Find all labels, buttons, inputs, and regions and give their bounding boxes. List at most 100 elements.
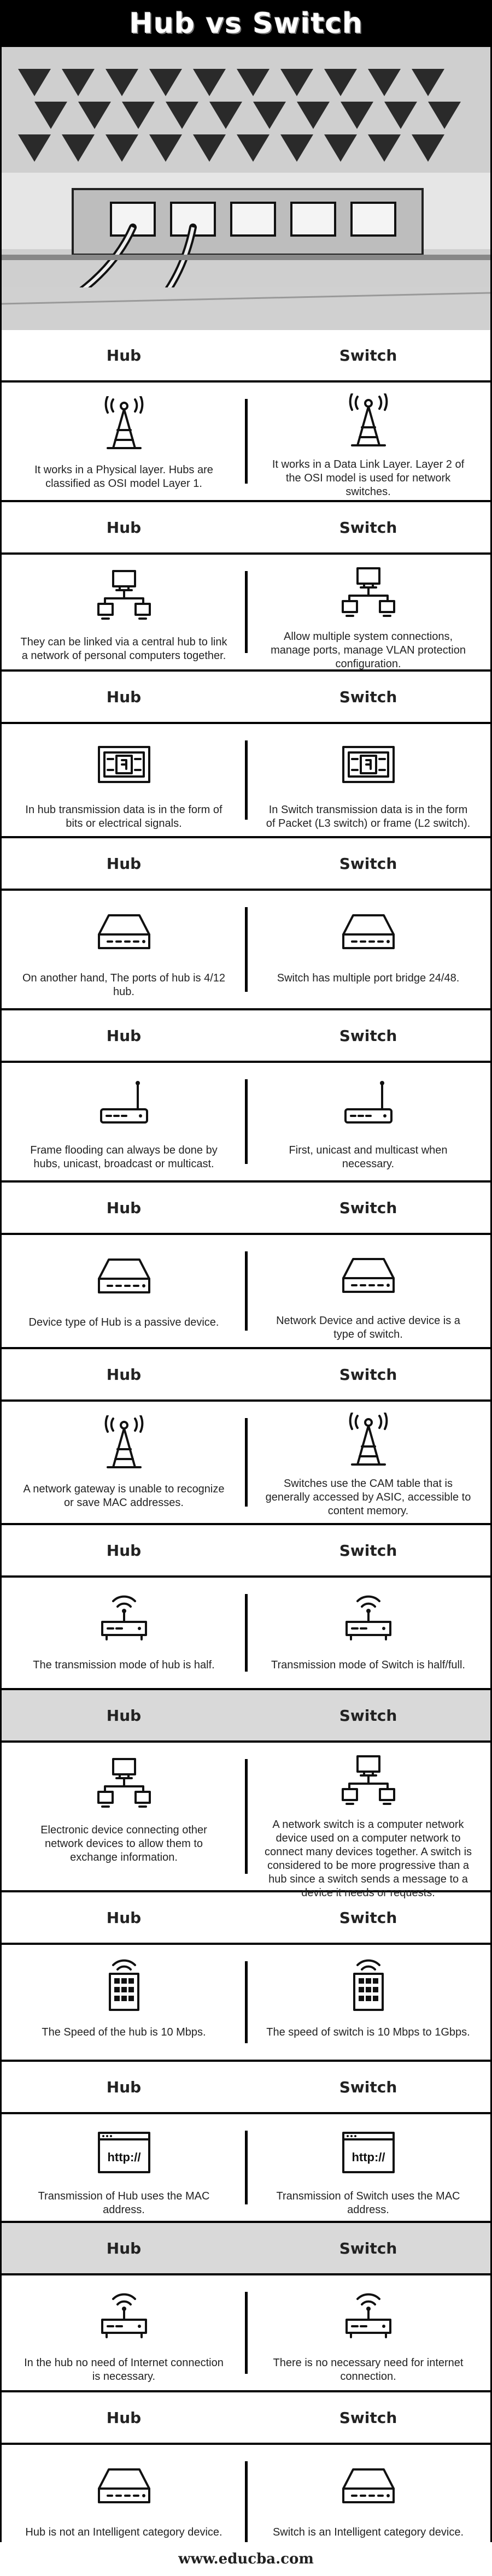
switch-cell: Allow multiple system connections, manag… <box>246 555 490 670</box>
comparison-row: In hub transmission data is in the form … <box>2 722 490 838</box>
switch-header: Switch <box>339 2239 397 2257</box>
hub-description: The Speed of the hub is 10 Mbps. <box>42 2026 206 2038</box>
network-device-icon <box>338 1246 399 1304</box>
wifi-router-icon <box>94 2286 154 2346</box>
header-row: Hub Switch <box>2 1183 490 1233</box>
hub-cell: They can be linked via a central hub to … <box>2 555 246 669</box>
wifi-router-icon <box>338 2286 399 2346</box>
hub-cell: In hub transmission data is in the form … <box>2 724 246 836</box>
column-divider <box>245 1759 248 1874</box>
header-row: Hub Switch <box>2 2223 490 2273</box>
antenna-tower-icon <box>94 393 154 454</box>
router-icon <box>338 1074 399 1134</box>
switch-cell: Network Device and active device is a ty… <box>246 1235 490 1347</box>
switch-description: It works in a Data Link Layer. Layer 2 o… <box>272 458 465 498</box>
wifi-router-icon <box>94 1589 154 1649</box>
switch-header: Switch <box>339 687 397 706</box>
antenna-tower-icon <box>338 1413 399 1467</box>
switch-description: Switch has multiple port bridge 24/48. <box>277 972 460 984</box>
hub-description: Device type of Hub is a passive device. <box>28 1316 219 1328</box>
switch-description: The speed of switch is 10 Mbps to 1Gbps. <box>266 2026 470 2038</box>
hub-header: Hub <box>106 346 142 364</box>
data-packet-icon <box>338 735 399 793</box>
hub-description: Hub is not an Intelligent category devic… <box>25 2526 222 2538</box>
comparison-row: http:// Transmission of Hub uses the MAC … <box>2 2112 490 2223</box>
switch-description: Network Device and active device is a ty… <box>276 1315 460 1340</box>
switch-cell: There is no necessary need for internet … <box>246 2275 490 2390</box>
header-row: Hub Switch <box>2 2392 490 2443</box>
comparison-row: The transmission mode of hub is half. Tra… <box>2 1575 490 1690</box>
column-divider <box>245 2292 248 2374</box>
column-divider <box>245 1961 248 2043</box>
wifi-router-icon <box>338 1589 399 1649</box>
hub-cell: In the hub no need of Internet connectio… <box>2 2275 246 2390</box>
switch-cell: It works in a Data Link Layer. Layer 2 o… <box>246 383 490 500</box>
switch-description: Allow multiple system connections, manag… <box>271 631 466 670</box>
router-icon <box>94 1074 154 1134</box>
data-packet-icon <box>94 735 154 793</box>
switch-header: Switch <box>339 1706 397 1725</box>
network-computer-icon <box>94 1754 154 1814</box>
header-row: Hub Switch <box>2 502 490 552</box>
svg-text:http://: http:// <box>352 2150 385 2164</box>
switch-description: In Switch transmission data is in the fo… <box>266 804 471 830</box>
switch-header: Switch <box>339 2078 397 2096</box>
switch-description: Switches use the CAM table that is gener… <box>265 1478 471 1517</box>
column-divider <box>245 571 248 653</box>
hub-description: On another hand, The ports of hub is 4/1… <box>22 972 225 998</box>
network-device-icon <box>94 2456 154 2516</box>
column-divider <box>245 2131 248 2204</box>
switch-description: Transmission of Switch uses the MAC addr… <box>276 2190 460 2216</box>
hub-description: Frame flooding can always be done by hub… <box>30 1144 218 1170</box>
hub-description: In the hub no need of Internet connectio… <box>24 2357 224 2383</box>
hub-cell: On another hand, The ports of hub is 4/1… <box>2 891 246 1008</box>
antenna-tower-icon <box>94 1413 154 1473</box>
switch-cell: Transmission mode of Switch is half/full… <box>246 1578 490 1688</box>
hub-description: Electronic device connecting other netwo… <box>40 1824 207 1863</box>
switch-cell: In Switch transmission data is in the fo… <box>246 724 490 836</box>
hub-cell: A network gateway is unable to recognize… <box>2 1402 246 1523</box>
header-row: Hub Switch <box>2 1690 490 1740</box>
comparison-row: The Speed of the hub is 10 Mbps. The spee… <box>2 1943 490 2062</box>
network-computer-icon <box>338 566 399 620</box>
header-row: Hub Switch <box>2 1525 490 1575</box>
hub-cell: Device type of Hub is a passive device. <box>2 1235 246 1347</box>
antenna-tower-icon <box>338 393 399 448</box>
header-row: Hub Switch <box>2 1349 490 1399</box>
switch-header: Switch <box>339 346 397 364</box>
comparison-row: It works in a Physical layer. Hubs are c… <box>2 380 490 502</box>
hub-description: Transmission of Hub uses the MAC address… <box>38 2190 210 2216</box>
switch-header: Switch <box>339 1541 397 1560</box>
comparison-row: Device type of Hub is a passive device. N… <box>2 1233 490 1349</box>
switch-cell: Switch has multiple port bridge 24/48. <box>246 891 490 1008</box>
switch-description: There is no necessary need for internet … <box>273 2357 464 2383</box>
hub-cell: Frame flooding can always be done by hub… <box>2 1063 246 1180</box>
switch-cell: The speed of switch is 10 Mbps to 1Gbps. <box>246 1945 490 2060</box>
header-row: Hub Switch <box>2 2062 490 2112</box>
column-divider <box>245 1594 248 1672</box>
switch-cell: http:// Transmission of Switch uses the M… <box>246 2114 490 2221</box>
switch-cell: A network switch is a computer network d… <box>246 1743 490 1899</box>
switch-header: Switch <box>339 854 397 873</box>
network-device-icon <box>338 902 399 962</box>
page-title: Hub vs Switch <box>129 7 363 40</box>
column-divider <box>245 2461 248 2551</box>
network-device-icon <box>94 1246 154 1306</box>
network-computer-icon <box>338 1754 399 1808</box>
comparison-rows: Hub Switch It works in a Physical layer. H… <box>0 330 492 2570</box>
network-device-icon <box>94 902 154 962</box>
comparison-row: In the hub no need of Internet connectio… <box>2 2273 490 2392</box>
hub-header: Hub <box>106 518 142 537</box>
hub-cell: Electronic device connecting other netwo… <box>2 1743 246 1890</box>
switch-header: Switch <box>339 518 397 537</box>
http-window-icon: http:// <box>94 2125 154 2180</box>
comparison-row: They can be linked via a central hub to … <box>2 552 490 672</box>
comparison-row: Electronic device connecting other netwo… <box>2 1740 490 1899</box>
switch-header: Switch <box>339 1026 397 1045</box>
hub-description: It works in a Physical layer. Hubs are c… <box>34 464 213 490</box>
hub-description: They can be linked via a central hub to … <box>20 636 227 662</box>
switch-cell: First, unicast and multicast when necess… <box>246 1063 490 1180</box>
hub-header: Hub <box>106 854 142 873</box>
switch-cell: Switches use the CAM table that is gener… <box>246 1402 490 1523</box>
column-divider <box>245 399 248 484</box>
